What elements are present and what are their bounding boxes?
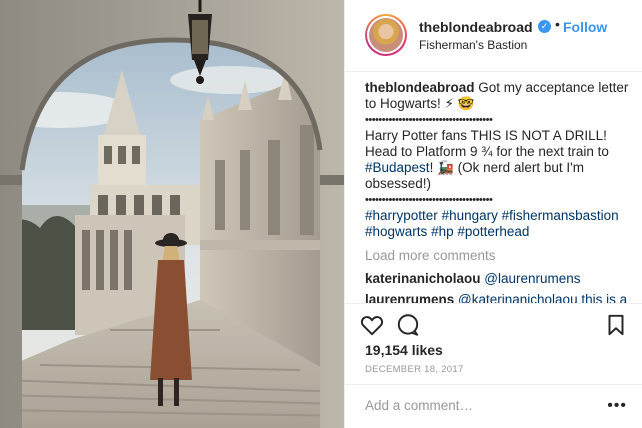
caption-username[interactable]: theblondeabroad [365, 80, 475, 95]
caption-dots-1: •••••••••••••••••••••••••••••••••••••• [365, 114, 493, 126]
hashtag[interactable]: #potterhead [457, 224, 529, 239]
bookmark-icon[interactable] [603, 312, 629, 338]
post-header: theblondeabroad ✓ • Follow Fisherman's B… [345, 0, 642, 72]
add-comment-bar: ••• [345, 384, 642, 428]
bastion-photo [0, 0, 344, 428]
heart-icon[interactable] [359, 312, 385, 338]
avatar-frame [367, 16, 405, 54]
action-bar [345, 303, 642, 343]
header-username[interactable]: theblondeabroad [419, 19, 533, 35]
hashtag[interactable]: #hungary [442, 208, 498, 223]
hashtag[interactable]: #fishermansbastion [502, 208, 619, 223]
caption-text-2a: Harry Potter fans THIS IS NOT A DRILL! H… [365, 128, 609, 159]
more-options-icon[interactable]: ••• [607, 397, 627, 415]
hashtag[interactable]: #hp [431, 224, 454, 239]
post-photo[interactable] [0, 0, 344, 428]
load-more-comments-button[interactable]: Load more comments [365, 248, 496, 263]
avatar-image [369, 18, 403, 52]
avatar[interactable] [365, 14, 407, 56]
follow-button[interactable]: Follow [563, 19, 607, 35]
caption-dots-2: •••••••••••••••••••••••••••••••••••••• [365, 194, 493, 206]
hashtag-budapest[interactable]: #Budapest [365, 160, 430, 175]
comment-text: @laurenrumens [484, 271, 581, 286]
hashtag[interactable]: #harrypotter [365, 208, 438, 223]
location-link[interactable]: Fisherman's Bastion [419, 38, 527, 52]
post-date: DECEMBER 18, 2017 [365, 364, 464, 375]
comment-username[interactable]: katerinanicholaou [365, 271, 481, 286]
caption: theblondeabroad Got my acceptance letter… [365, 80, 633, 240]
post-details-panel: theblondeabroad ✓ • Follow Fisherman's B… [344, 0, 642, 428]
comment-icon[interactable] [395, 312, 421, 338]
caption-line-1: theblondeabroad Got my acceptance letter… [365, 80, 633, 112]
comment-item: katerinanicholaou @laurenrumens [365, 271, 637, 286]
add-comment-input[interactable] [365, 398, 605, 413]
caption-hashtags: #harrypotter #hungary #fishermansbastion… [365, 208, 633, 240]
hashtag[interactable]: #hogwarts [365, 224, 427, 239]
verified-badge-icon: ✓ [538, 20, 551, 33]
instagram-post: theblondeabroad ✓ • Follow Fisherman's B… [0, 0, 642, 428]
caption-line-2: Harry Potter fans THIS IS NOT A DRILL! H… [365, 128, 633, 192]
header-separator: • [555, 16, 560, 32]
likes-count[interactable]: 19,154 likes [365, 342, 443, 358]
